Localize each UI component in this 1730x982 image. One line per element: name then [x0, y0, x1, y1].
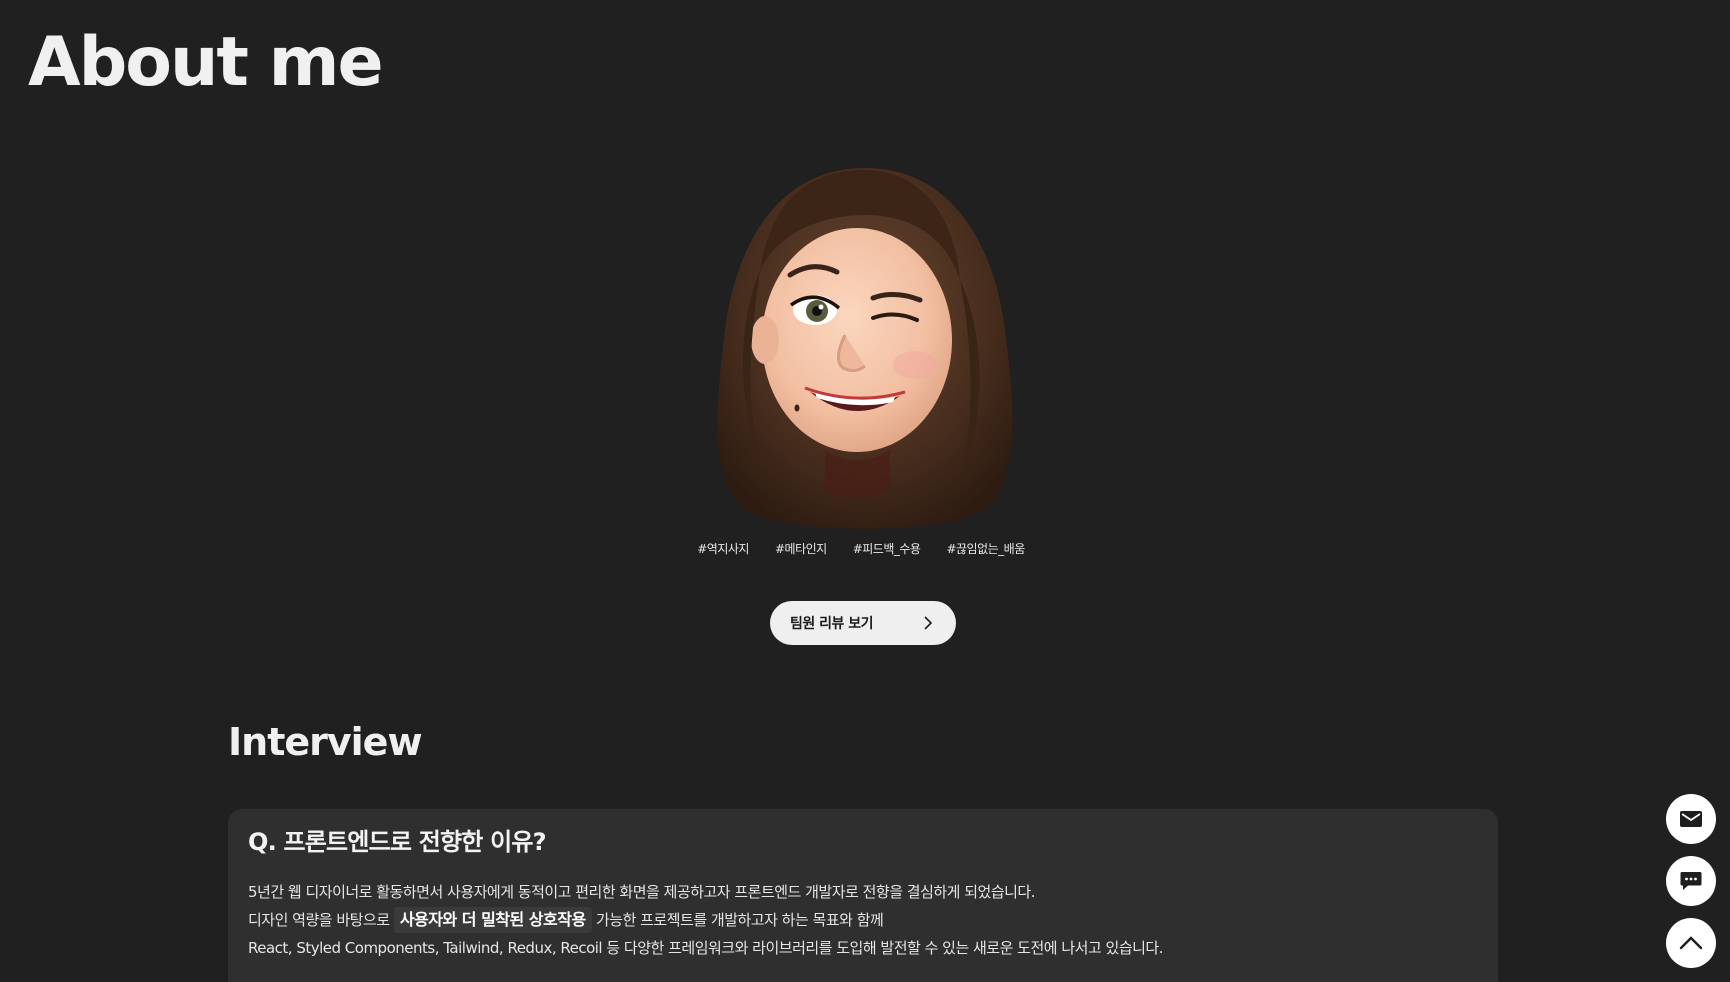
chat-icon [1680, 872, 1702, 890]
chat-button[interactable] [1666, 856, 1716, 906]
team-review-button[interactable]: 팀원 리뷰 보기 [770, 601, 956, 645]
interview-card: Q. 프론트엔드로 전향한 이유? 5년간 웹 디자이너로 활동하면서 사용자에… [228, 809, 1498, 982]
hashtag: #피드백_수용 [852, 542, 921, 556]
hashtag: #역지사지 [697, 542, 749, 556]
chevron-up-icon [1679, 936, 1703, 950]
memoji-avatar [717, 168, 1013, 529]
chevron-right-icon [920, 615, 936, 631]
answer-highlight: 사용자와 더 밀착된 상호작용 [393, 907, 592, 934]
interview-answer: 5년간 웹 디자이너로 활동하면서 사용자에게 동적이고 편리한 화면을 제공하… [248, 878, 1478, 962]
interview-title: Interview [228, 720, 423, 764]
hashtag: #끊임없는_배움 [946, 542, 1025, 556]
interview-question: Q. 프론트엔드로 전향한 이유? [248, 828, 547, 856]
about-title: About me [28, 23, 384, 102]
mail-icon [1680, 811, 1702, 827]
team-review-button-label: 팀원 리뷰 보기 [790, 616, 874, 632]
mail-button[interactable] [1666, 794, 1716, 844]
answer-text: 가능한 프로젝트를 개발하고자 하는 목표와 함께 [595, 911, 884, 930]
about-page: About me #역지사지 #메타인지 #피드백_수용 #끊임없는_배움 팀원… [0, 0, 1730, 982]
answer-text: 디자인 역량을 바탕으로 [248, 911, 390, 930]
answer-line: 디자인 역량을 바탕으로 사용자와 더 밀착된 상호작용 가능한 프로젝트를 개… [248, 906, 1478, 934]
answer-line: 5년간 웹 디자이너로 활동하면서 사용자에게 동적이고 편리한 화면을 제공하… [248, 883, 1036, 902]
answer-line: React, Styled Components, Tailwind, Redu… [248, 939, 1164, 958]
hashtag-list: #역지사지 #메타인지 #피드백_수용 #끊임없는_배움 [0, 540, 1730, 557]
hashtag: #메타인지 [774, 542, 827, 556]
scroll-top-button[interactable] [1666, 918, 1716, 968]
